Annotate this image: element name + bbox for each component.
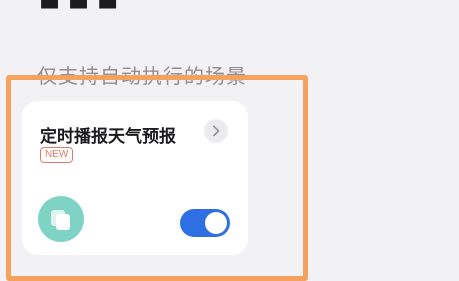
copy-icon bbox=[51, 210, 70, 230]
scene-detail-button[interactable] bbox=[204, 119, 228, 143]
new-badge: NEW bbox=[40, 147, 74, 163]
scene-enable-toggle[interactable] bbox=[180, 209, 230, 237]
chevron-right-icon bbox=[213, 125, 220, 137]
cropped-header-fragment: ▪▪▪ bbox=[38, 0, 125, 18]
scene-title: 定时播报天气预报 bbox=[40, 127, 176, 147]
scene-card[interactable]: 定时播报天气预报 NEW bbox=[22, 101, 248, 255]
toggle-knob bbox=[205, 212, 227, 234]
scene-type-icon bbox=[38, 196, 84, 242]
